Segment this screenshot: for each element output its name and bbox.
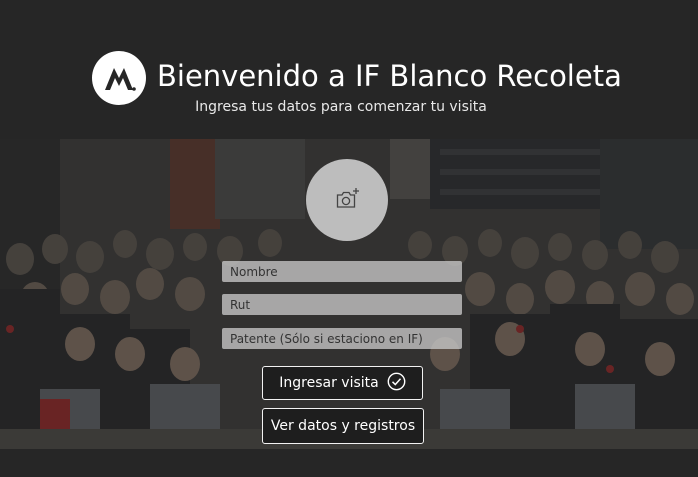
rut-input[interactable] (222, 294, 462, 315)
brand-m-logo-icon (105, 68, 136, 91)
submit-visit-label: Ingresar visita (279, 375, 379, 391)
brand-logo (92, 51, 146, 105)
name-input[interactable] (222, 261, 462, 282)
header: Bienvenido a IF Blanco Recoleta Ingresa … (0, 0, 698, 139)
page-title: Bienvenido a IF Blanco Recoleta (157, 59, 622, 93)
camera-add-icon (336, 188, 359, 208)
photo-upload-button[interactable] (306, 159, 388, 241)
submit-visit-button[interactable]: Ingresar visita (262, 366, 423, 400)
view-records-button[interactable]: Ver datos y registros (262, 408, 424, 444)
view-records-label: Ver datos y registros (270, 418, 416, 434)
plate-input[interactable] (222, 328, 462, 349)
check-circle-icon (387, 372, 406, 395)
page-subtitle: Ingresa tus datos para comenzar tu visit… (195, 99, 487, 115)
footer-bar (0, 449, 698, 477)
